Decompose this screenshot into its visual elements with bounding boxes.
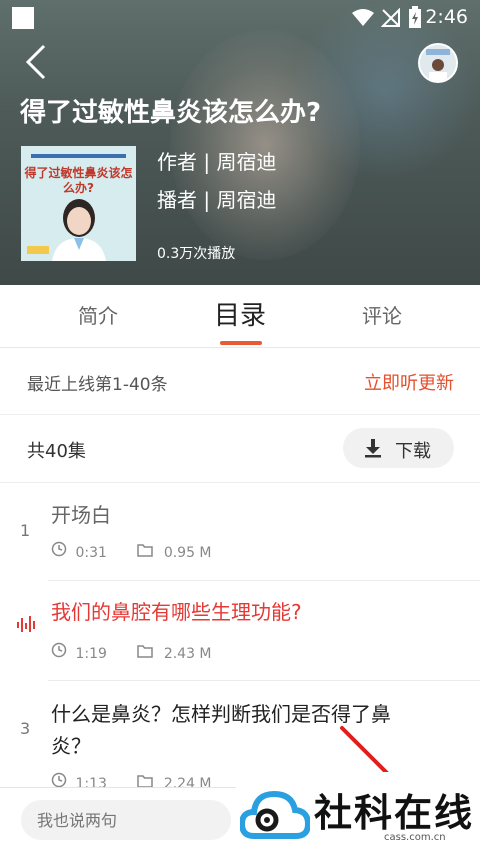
episode-size: 2.24 M bbox=[163, 776, 212, 787]
cover-tag bbox=[27, 246, 49, 254]
episode-meta: 1:13 2.24 M bbox=[51, 772, 212, 787]
battery-icon bbox=[409, 6, 421, 28]
download-button[interactable]: 下载 bbox=[343, 428, 454, 468]
cloud-logo-icon bbox=[240, 790, 310, 839]
download-label: 下载 bbox=[395, 441, 431, 462]
signal-icon bbox=[381, 8, 400, 27]
episode-meta: 1:19 2.43 M bbox=[51, 642, 212, 662]
episode-duration: 1:19 bbox=[75, 646, 107, 662]
episode-item[interactable]: 1 开场白 0:31 0.95 M bbox=[0, 483, 480, 580]
site-watermark: 社科在线 cass.com.cn bbox=[236, 772, 480, 853]
clock-icon bbox=[51, 541, 67, 557]
active-tab-indicator bbox=[220, 341, 262, 345]
episode-count: 共40集 bbox=[27, 441, 86, 462]
download-icon bbox=[365, 439, 381, 458]
episode-item-playing[interactable]: 我们的鼻腔有哪些生理功能? 1:19 2.43 M bbox=[0, 581, 480, 680]
episode-number: 3 bbox=[20, 719, 31, 738]
episode-duration: 1:13 bbox=[75, 776, 107, 787]
wifi-icon bbox=[352, 9, 374, 26]
clock-icon bbox=[51, 772, 67, 787]
episode-size: 0.95 M bbox=[163, 545, 212, 561]
album-narrator[interactable]: 播者 | 周宿迪 bbox=[157, 184, 276, 213]
avatar-icon bbox=[420, 45, 456, 81]
update-row: 最近上线第1-40条 立即听更新 bbox=[0, 347, 480, 415]
episode-duration: 0:31 bbox=[75, 545, 107, 561]
user-avatar[interactable] bbox=[418, 43, 458, 83]
tab-intro[interactable]: 简介 bbox=[18, 285, 178, 347]
cover-title: 得了过敏性鼻炎该怎么办? bbox=[24, 166, 133, 195]
episode-meta: 0:31 0.95 M bbox=[51, 541, 212, 561]
status-time: 2:46 bbox=[425, 6, 468, 28]
folder-icon bbox=[137, 544, 154, 557]
album-title: 得了过敏性鼻炎该怎么办? bbox=[20, 98, 322, 128]
clock-icon bbox=[51, 642, 67, 658]
play-count: 0.3万次播放 bbox=[157, 246, 236, 262]
album-header: 2:46 得了过敏性鼻炎该怎么办? 得了过敏性鼻炎该怎么办? 作者 | 周宿迪 … bbox=[0, 0, 480, 285]
tab-catalog[interactable]: 目录 bbox=[160, 285, 320, 347]
playing-waveform-icon bbox=[17, 616, 35, 632]
back-button[interactable] bbox=[20, 42, 54, 82]
folder-icon bbox=[137, 645, 154, 658]
notification-icon bbox=[12, 7, 34, 29]
watermark-url: cass.com.cn bbox=[384, 832, 446, 843]
tab-comments[interactable]: 评论 bbox=[302, 285, 462, 347]
episode-number: 1 bbox=[20, 521, 31, 540]
folder-icon bbox=[137, 775, 154, 787]
album-cover[interactable]: 得了过敏性鼻炎该怎么办? bbox=[21, 146, 136, 261]
episode-title: 开场白 bbox=[51, 503, 111, 527]
album-author[interactable]: 作者 | 周宿迪 bbox=[157, 146, 276, 175]
status-bar: 2:46 bbox=[0, 0, 480, 36]
episode-size: 2.43 M bbox=[163, 646, 212, 662]
tab-bar: 简介 目录 评论 bbox=[0, 285, 480, 348]
doctor-portrait-icon bbox=[52, 199, 106, 261]
cover-banner bbox=[31, 154, 126, 158]
episode-title: 我们的鼻腔有哪些生理功能? bbox=[51, 600, 302, 624]
recent-episodes-text: 最近上线第1-40条 bbox=[27, 375, 168, 395]
watermark-brand: 社科在线 bbox=[314, 791, 475, 835]
episode-count-row: 共40集 下载 bbox=[0, 415, 480, 483]
listen-update-link[interactable]: 立即听更新 bbox=[364, 369, 454, 395]
comment-input[interactable] bbox=[21, 800, 231, 840]
